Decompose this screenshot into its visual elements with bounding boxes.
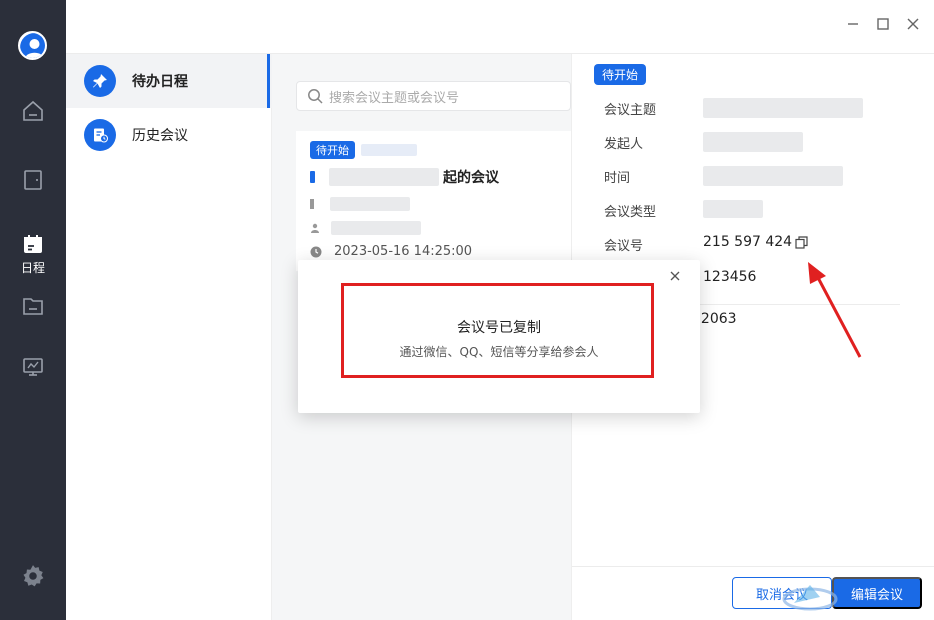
label-type: 会议类型	[604, 205, 657, 220]
label-host: 发起人	[604, 137, 644, 152]
blurred-type-value	[703, 200, 763, 218]
watermark-logo	[782, 585, 838, 611]
screen-icon[interactable]	[18, 352, 48, 382]
subnav-label: 待办日程	[132, 74, 188, 90]
card-title: 起的会议	[443, 170, 499, 186]
gear-icon[interactable]	[18, 561, 48, 591]
maximize-icon[interactable]	[873, 14, 893, 34]
avatar[interactable]	[18, 31, 47, 60]
minimize-icon[interactable]	[843, 14, 863, 34]
meeting-password-value: 123456	[703, 269, 757, 285]
clock-icon	[310, 246, 322, 257]
blurred-topic	[703, 98, 863, 118]
card-status-tag: 待开始	[310, 141, 355, 159]
subnav-label: 历史会议	[132, 128, 188, 144]
home-icon[interactable]	[18, 96, 48, 126]
meeting-id-number: 215 597 424	[703, 234, 793, 250]
schedule-subnav: 待办日程 历史会议	[66, 54, 272, 620]
search-placeholder: 搜索会议主题或会议号	[329, 90, 460, 106]
history-doc-icon	[84, 119, 116, 151]
title-bar	[66, 0, 934, 54]
label-topic: 会议主题	[604, 103, 657, 118]
close-icon[interactable]	[668, 268, 684, 284]
blurred-room	[330, 197, 410, 211]
search-input[interactable]: 搜索会议主题或会议号	[296, 81, 571, 111]
blurred-title	[329, 168, 439, 186]
card-time: 2023-05-16 14:25:00	[334, 244, 473, 259]
left-rail: 日程	[0, 0, 66, 620]
calendar-icon[interactable]	[18, 229, 48, 259]
label-time: 时间	[604, 171, 631, 186]
card-color-marker	[310, 171, 315, 183]
subnav-item-history[interactable]: 历史会议	[66, 108, 272, 162]
blurred-host-value	[703, 132, 803, 152]
detail-status-tag: 待开始	[594, 64, 647, 85]
highlight-box	[341, 283, 654, 378]
user-icon	[20, 33, 45, 58]
rail-schedule-label: 日程	[20, 261, 45, 275]
blurred-type	[361, 144, 417, 156]
pin-icon	[84, 65, 116, 97]
person-icon	[311, 223, 319, 233]
meeting-card[interactable]: 待开始 起的会议 2023-05-16 14:25:00	[296, 131, 571, 271]
meeting-id-value: 215 597 424	[703, 234, 808, 250]
subnav-item-upcoming[interactable]: 待办日程	[66, 54, 272, 108]
label-meeting-id: 会议号	[604, 239, 644, 254]
room-icon[interactable]	[18, 165, 48, 195]
blurred-host	[331, 221, 421, 235]
close-window-icon[interactable]	[903, 14, 923, 34]
active-indicator	[267, 54, 270, 108]
blurred-time-value	[703, 166, 843, 186]
folder-icon[interactable]	[18, 291, 48, 321]
room-small-icon	[310, 199, 314, 209]
copy-icon[interactable]	[795, 235, 808, 249]
search-icon	[308, 89, 323, 104]
